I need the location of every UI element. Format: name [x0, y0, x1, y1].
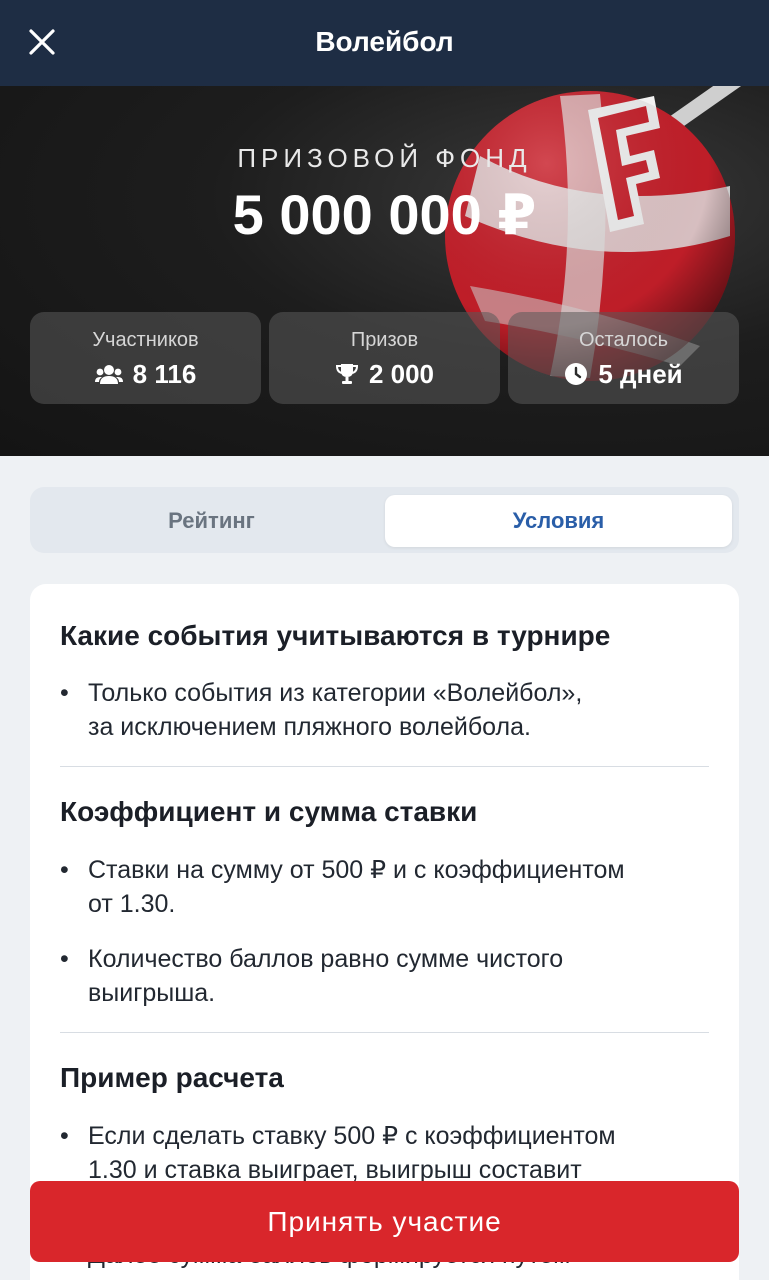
- tab-rating[interactable]: Рейтинг: [38, 495, 385, 547]
- section-title: Какие события учитываются в турнире: [60, 620, 611, 651]
- section-title: Коэффициент и сумма ставки: [60, 796, 478, 827]
- prize-fund-label: ПРИЗОВОЙ ФОНД: [237, 143, 532, 173]
- prize-fund-value: 5 000 000 ₽: [232, 183, 537, 246]
- list-item: Если сделать ставку 500 ₽ с коэффициенто…: [60, 1119, 700, 1187]
- users-icon: [94, 365, 123, 384]
- stat-label: Осталось: [578, 329, 669, 351]
- hero-banner: ПРИЗОВОЙ ФОНД 5 000 000 ₽ Участников 8 1…: [0, 86, 769, 456]
- stat-label: Участников: [92, 329, 199, 351]
- stat-time-left: Осталось 5 дней: [508, 312, 739, 404]
- list-item: Только события из категории «Волейбол», …: [60, 676, 700, 744]
- divider: [60, 766, 709, 767]
- top-bar: Волейбол: [0, 0, 769, 86]
- accept-participation-button[interactable]: Принять участие: [30, 1181, 739, 1262]
- stat-value: 2 000: [368, 359, 435, 389]
- tab-switcher: Рейтинг Условия: [30, 487, 739, 553]
- conditions-card: Какие события учитываются в турнире Толь…: [30, 584, 739, 1280]
- list-item: Количество баллов равно сумме чистого вы…: [60, 942, 700, 1010]
- tab-conditions[interactable]: Условия: [385, 495, 732, 547]
- stat-prizes: Призов 2 000: [269, 312, 500, 404]
- stat-value: 5 дней: [598, 359, 683, 389]
- stat-participants: Участников 8 116: [30, 312, 261, 404]
- section-title: Пример расчета: [60, 1062, 284, 1093]
- clock-icon: [565, 363, 588, 385]
- trophy-icon: [335, 364, 358, 384]
- divider: [60, 1032, 709, 1033]
- stat-value: 8 116: [132, 359, 197, 389]
- page-title: Волейбол: [315, 26, 454, 57]
- stat-label: Призов: [350, 329, 419, 351]
- list-item: Ставки на сумму от 500 ₽ и с коэффициент…: [60, 853, 700, 921]
